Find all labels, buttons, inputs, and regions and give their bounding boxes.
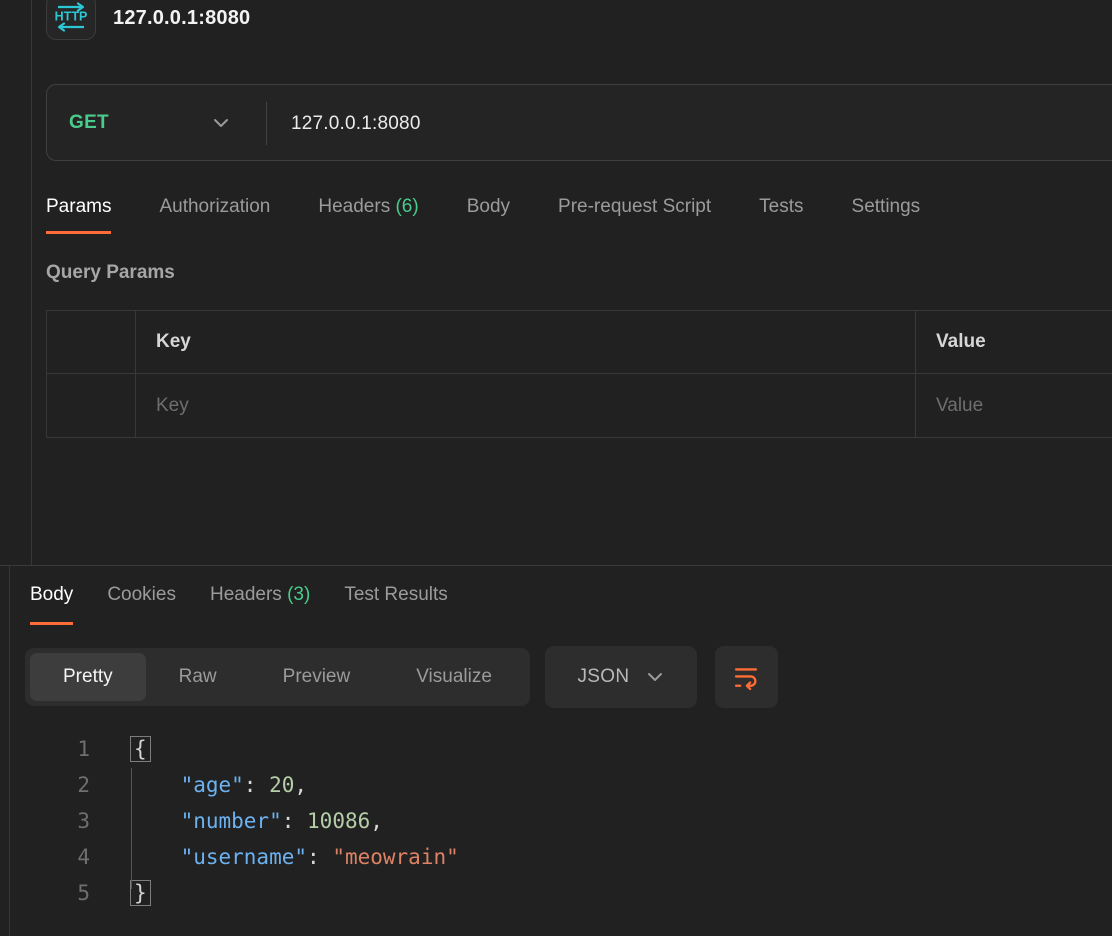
svg-text:HTTP: HTTP: [55, 10, 88, 24]
param-row-checkbox-cell[interactable]: [47, 374, 136, 438]
app-window: HTTP 127.0.0.1:8080 GET 127.0.0.1:8080 P…: [0, 0, 1112, 936]
param-key-header-cell: Key: [136, 311, 916, 374]
code-text: }: [130, 875, 151, 911]
tab-settings-label: Settings: [852, 196, 921, 217]
url-input[interactable]: 127.0.0.1:8080: [291, 85, 421, 162]
chevron-down-icon[interactable]: [211, 116, 231, 130]
page-title: 127.0.0.1:8080: [113, 7, 250, 30]
tab-response-body[interactable]: Body: [30, 584, 73, 625]
http-protocol-icon: HTTP: [46, 0, 96, 40]
tab-response-headers-label: Headers: [210, 584, 287, 605]
key-input-placeholder: Key: [156, 395, 189, 417]
wrap-lines-button[interactable]: [715, 646, 778, 708]
tab-settings[interactable]: Settings: [852, 196, 921, 234]
request-response-divider[interactable]: [0, 565, 1112, 566]
tab-params-label: Params: [46, 196, 111, 217]
line-number: 1: [30, 731, 90, 767]
value-column-header: Value: [936, 331, 986, 353]
code-line: 1{: [30, 731, 459, 767]
query-params-table: Key Value Key Value: [46, 310, 1112, 438]
response-toolbar: Pretty Raw Preview Visualize JSON: [25, 648, 778, 708]
tab-headers-label: Headers: [318, 196, 395, 217]
code-line: 3 "number": 10086,: [30, 803, 459, 839]
url-bar-separator: [266, 102, 267, 145]
param-select-header-cell: [47, 311, 136, 374]
line-number: 2: [30, 767, 90, 803]
code-line: 4 "username": "meowrain": [30, 839, 459, 875]
tab-body[interactable]: Body: [467, 196, 510, 234]
code-line: 5}: [30, 875, 459, 911]
method-selector[interactable]: GET: [47, 112, 109, 134]
view-mode-pretty[interactable]: Pretty: [30, 653, 146, 701]
left-panel-divider-top: [31, 0, 32, 565]
http-arrows-icon: HTTP: [52, 0, 90, 34]
param-value-header-cell: Value: [916, 311, 1112, 374]
tab-body-label: Body: [467, 196, 510, 217]
code-lines: 1{2 "age": 20,3 "number": 10086,4 "usern…: [30, 731, 459, 911]
tab-pre-request-script-label: Pre-request Script: [558, 196, 711, 217]
tab-response-body-label: Body: [30, 584, 73, 605]
response-headers-count-badge: (3): [287, 584, 310, 605]
code-line: 2 "age": 20,: [30, 767, 459, 803]
code-text: "number": 10086,: [130, 803, 383, 839]
view-mode-raw[interactable]: Raw: [146, 653, 250, 701]
tab-tests-label: Tests: [759, 196, 803, 217]
param-row-key-input[interactable]: Key: [136, 374, 916, 438]
tab-tests[interactable]: Tests: [759, 196, 803, 234]
request-tabs: Params Authorization Headers (6) Body Pr…: [46, 196, 920, 234]
request-url-bar: GET 127.0.0.1:8080: [46, 84, 1112, 161]
tab-headers[interactable]: Headers (6): [318, 196, 418, 234]
left-panel-divider-bottom: [9, 566, 10, 936]
tab-params[interactable]: Params: [46, 196, 111, 234]
chevron-down-icon: [646, 671, 664, 683]
format-dropdown[interactable]: JSON: [545, 646, 697, 708]
line-number: 3: [30, 803, 90, 839]
code-text: {: [130, 731, 151, 767]
view-mode-preview[interactable]: Preview: [250, 653, 384, 701]
tab-response-cookies-label: Cookies: [107, 584, 176, 605]
view-mode-segmented-control: Pretty Raw Preview Visualize: [25, 648, 530, 706]
request-header: HTTP 127.0.0.1:8080: [46, 0, 250, 40]
indent-guide-line: [131, 768, 132, 889]
value-input-placeholder: Value: [936, 395, 983, 417]
headers-count-badge: (6): [395, 196, 418, 217]
tab-response-headers[interactable]: Headers (3): [210, 584, 310, 625]
line-number: 4: [30, 839, 90, 875]
line-number: 5: [30, 875, 90, 911]
tab-authorization[interactable]: Authorization: [159, 196, 270, 234]
param-row-value-input[interactable]: Value: [916, 374, 1112, 438]
query-params-heading: Query Params: [46, 262, 175, 284]
tab-pre-request-script[interactable]: Pre-request Script: [558, 196, 711, 234]
code-text: "age": 20,: [130, 767, 307, 803]
tab-authorization-label: Authorization: [159, 196, 270, 217]
response-body-viewer: 1{2 "age": 20,3 "number": 10086,4 "usern…: [30, 731, 459, 911]
tab-test-results-label: Test Results: [344, 584, 447, 605]
format-dropdown-value: JSON: [577, 666, 629, 688]
code-text: "username": "meowrain": [130, 839, 459, 875]
view-mode-visualize[interactable]: Visualize: [383, 653, 525, 701]
response-tabs: Body Cookies Headers (3) Test Results: [30, 584, 448, 625]
tab-response-cookies[interactable]: Cookies: [107, 584, 176, 625]
text-wrap-icon: [732, 663, 760, 691]
tab-test-results[interactable]: Test Results: [344, 584, 447, 625]
key-column-header: Key: [156, 331, 191, 353]
